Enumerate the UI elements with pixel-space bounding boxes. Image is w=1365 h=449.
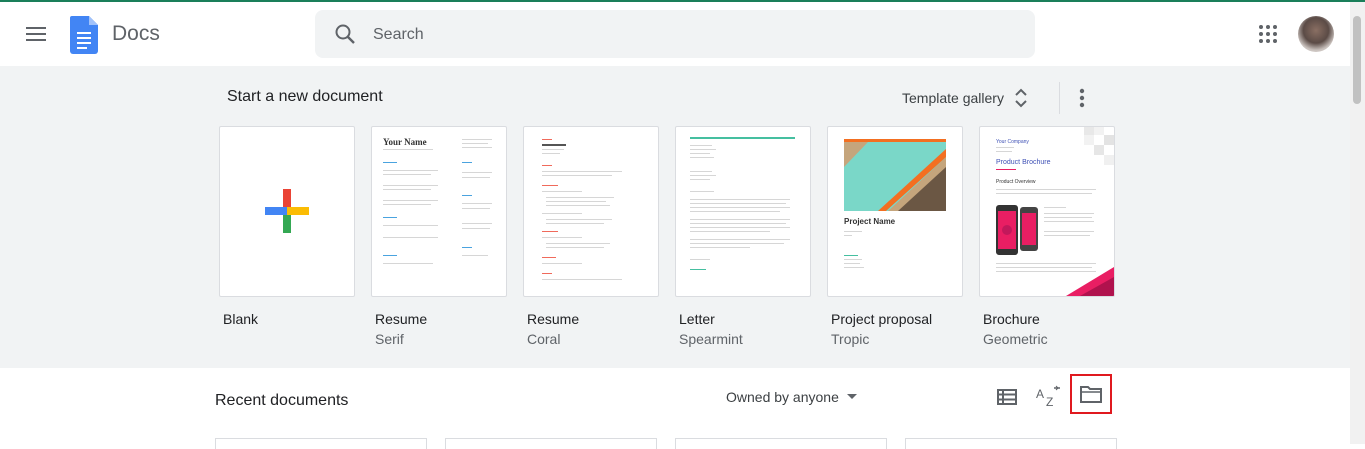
- template-thumbnail[interactable]: [219, 126, 355, 297]
- template-subtitle: Tropic: [831, 331, 870, 347]
- proposal-preview-title: Project Name: [844, 217, 896, 226]
- search-input[interactable]: [371, 22, 1015, 48]
- caret-down-icon: [846, 394, 857, 399]
- template-thumbnail[interactable]: Your Name: [371, 126, 507, 297]
- template-name: Resume: [375, 311, 428, 327]
- top-bar: Docs: [0, 2, 1350, 66]
- template-name: Project proposal: [831, 311, 933, 327]
- template-blank[interactable]: Blank: [219, 126, 355, 331]
- template-gallery-label: Template gallery: [902, 90, 1004, 106]
- template-name: Brochure: [983, 311, 1040, 327]
- app-title[interactable]: Docs: [112, 22, 160, 46]
- open-file-picker-button[interactable]: [1070, 374, 1112, 414]
- recent-documents-heading: Recent documents: [215, 392, 349, 409]
- tropic-graphic: [844, 139, 946, 211]
- template-name: Resume: [527, 311, 580, 327]
- brochure-preview-title: Product Brochure: [996, 159, 1051, 166]
- template-thumbnail[interactable]: Your Company Product Brochure Product Ov…: [979, 126, 1115, 297]
- avatar[interactable]: [1298, 16, 1334, 52]
- page-scrollbar[interactable]: [1350, 2, 1365, 444]
- template-name: Blank: [223, 311, 259, 327]
- template-subtitle: Geometric: [983, 331, 1048, 347]
- template-gallery-button[interactable]: Template gallery: [896, 82, 1034, 114]
- template-thumbnail[interactable]: [523, 126, 659, 297]
- template-letter-spearmint[interactable]: Letter Spearmint: [675, 126, 811, 347]
- template-thumbnail[interactable]: Project Name: [827, 126, 963, 297]
- scrollbar-thumb[interactable]: [1353, 16, 1361, 104]
- template-resume-coral[interactable]: Resume Coral: [523, 126, 659, 347]
- template-thumbnail[interactable]: [675, 126, 811, 297]
- more-options-icon[interactable]: [1070, 84, 1094, 112]
- template-project-proposal-tropic[interactable]: Project Name Project proposal Tropic: [827, 126, 963, 347]
- search-bar[interactable]: [315, 10, 1035, 58]
- list-view-icon[interactable]: [994, 384, 1020, 410]
- template-section: Start a new document Template gallery Bl…: [0, 66, 1350, 368]
- template-brochure-geometric[interactable]: Your Company Product Brochure Product Ov…: [979, 126, 1115, 347]
- main-menu-button[interactable]: [20, 18, 52, 50]
- docs-logo-icon[interactable]: [70, 16, 98, 54]
- owner-filter-dropdown[interactable]: Owned by anyone: [720, 384, 863, 410]
- brochure-preview-company: Your Company: [996, 139, 1029, 145]
- start-new-document-heading: Start a new document: [227, 88, 383, 105]
- sort-az-icon[interactable]: A Z: [1034, 384, 1062, 410]
- header-divider: [1059, 82, 1060, 114]
- template-subtitle: Serif: [375, 331, 404, 347]
- search-icon[interactable]: [333, 22, 357, 46]
- template-subtitle: Coral: [527, 331, 561, 347]
- apps-grid-icon[interactable]: [1254, 20, 1282, 48]
- svg-text:Z: Z: [1046, 395, 1053, 409]
- brochure-preview-section: Product Overview: [996, 179, 1036, 185]
- unfold-icon: [1015, 88, 1027, 108]
- template-name: Letter: [679, 311, 715, 327]
- resume-preview-title: Your Name: [383, 137, 427, 147]
- owner-filter-label: Owned by anyone: [726, 389, 839, 405]
- plus-icon: [265, 189, 309, 233]
- hamburger-icon: [26, 27, 46, 41]
- folder-icon: [1080, 386, 1102, 403]
- template-subtitle: Spearmint: [679, 331, 743, 347]
- template-resume-serif[interactable]: Your Name Resume Serif: [371, 126, 507, 347]
- svg-text:A: A: [1036, 387, 1044, 401]
